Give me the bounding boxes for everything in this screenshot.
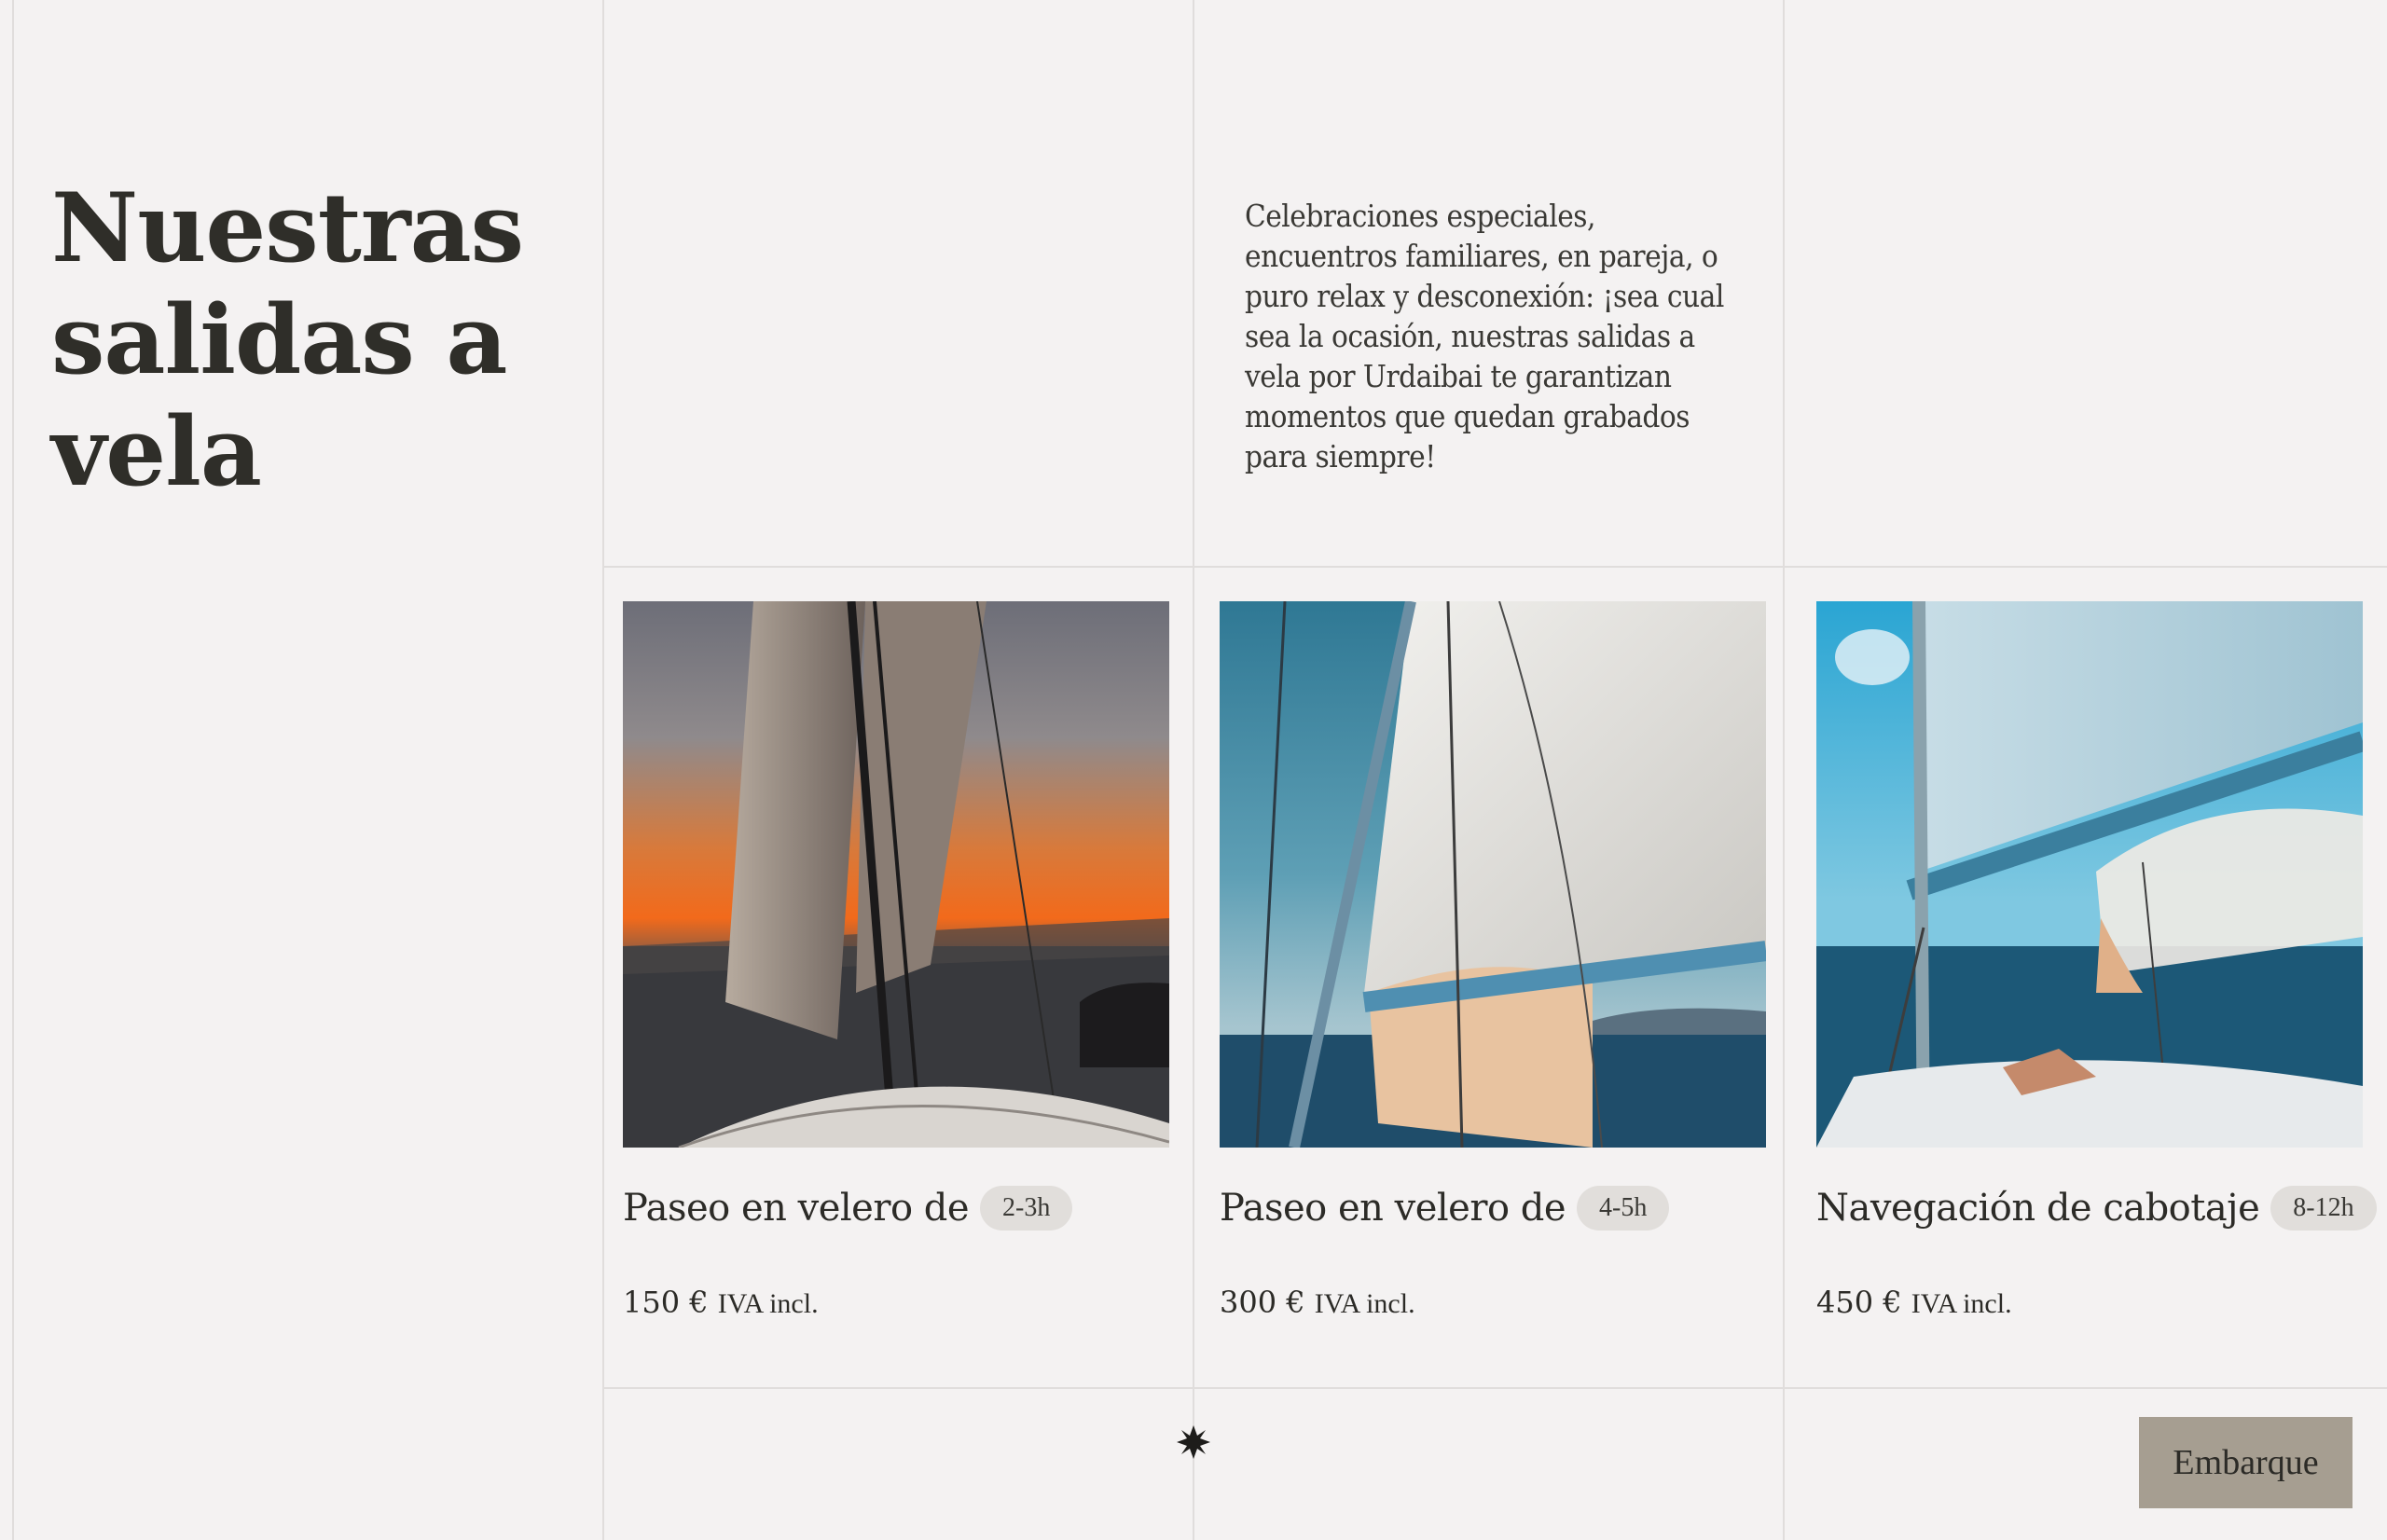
price-value: 300 € xyxy=(1220,1285,1305,1320)
card-image-mainsail[interactable] xyxy=(1220,601,1766,1148)
price-note: IVA incl. xyxy=(1911,1288,2012,1319)
price-note: IVA incl. xyxy=(717,1288,819,1319)
duration-badge: 4-5h xyxy=(1577,1186,1670,1231)
duration-badge: 2-3h xyxy=(980,1186,1073,1231)
card-price: 300 € IVA incl. xyxy=(1220,1285,1415,1320)
price-value: 450 € xyxy=(1816,1285,1902,1320)
page: Nuestras salidas a vela Celebraciones es… xyxy=(0,0,2387,1540)
card-title-row: Paseo en velero de 4-5h xyxy=(1220,1186,1670,1231)
star-icon xyxy=(1177,1425,1210,1459)
grid-line xyxy=(12,0,14,1540)
duration-badge: 8-12h xyxy=(2270,1186,2377,1231)
card-title-row: Paseo en velero de 2-3h xyxy=(623,1186,1073,1231)
coastal-sailing-photo xyxy=(1816,601,2363,1148)
card-image-sunset[interactable] xyxy=(623,601,1169,1148)
card-title: Paseo en velero de xyxy=(1220,1187,1566,1230)
grid-line xyxy=(602,1387,2387,1389)
mainsail-sailing-photo xyxy=(1220,601,1766,1148)
page-title: Nuestras salidas a vela xyxy=(51,172,524,508)
card-title: Navegación de cabotaje xyxy=(1816,1187,2260,1230)
intro-text: Celebraciones especiales, encuentros fam… xyxy=(1245,198,1724,474)
price-note: IVA incl. xyxy=(1314,1288,1415,1319)
card-title-row: Navegación de cabotaje 8-12h xyxy=(1816,1186,2377,1231)
card-price: 150 € IVA incl. xyxy=(623,1285,819,1320)
grid-line xyxy=(602,566,2387,568)
card-title: Paseo en velero de xyxy=(623,1187,970,1230)
grid-line xyxy=(1193,0,1194,1540)
grid-line xyxy=(602,0,604,1540)
sunset-sailing-photo xyxy=(623,601,1169,1148)
price-value: 150 € xyxy=(623,1285,709,1320)
grid-line xyxy=(1783,0,1785,1540)
card-price: 450 € IVA incl. xyxy=(1816,1285,2012,1320)
card-image-coastal[interactable] xyxy=(1816,601,2363,1148)
embarque-button[interactable]: Embarque xyxy=(2139,1417,2353,1508)
